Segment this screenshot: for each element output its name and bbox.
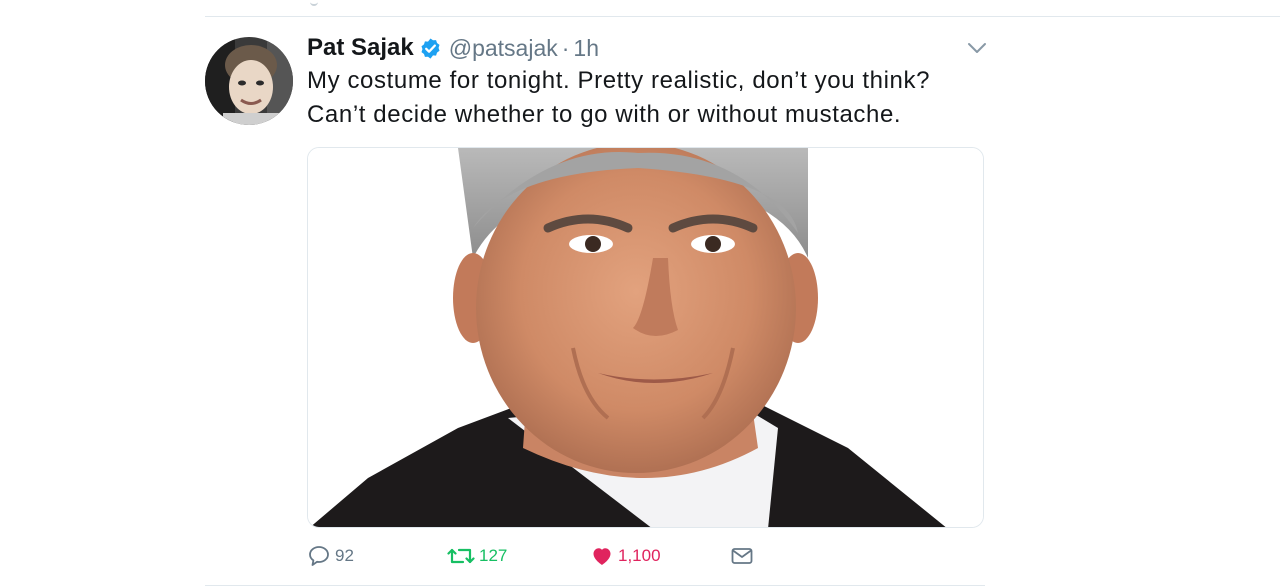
like-button[interactable]: 1,100 — [590, 540, 661, 572]
handle[interactable]: @patsajak — [449, 35, 558, 62]
reply-bubble-icon — [309, 546, 329, 566]
verified-badge-icon — [419, 37, 442, 60]
avatar-image — [205, 37, 293, 125]
display-name[interactable]: Pat Sajak — [307, 34, 414, 62]
timestamp[interactable]: 1h — [573, 35, 599, 62]
heart-icon — [593, 548, 611, 565]
bottom-divider — [205, 585, 985, 586]
photo-portrait — [308, 148, 983, 527]
chevron-down-icon[interactable] — [966, 40, 988, 56]
envelope-icon — [731, 548, 753, 564]
avatar[interactable] — [205, 37, 293, 125]
retweet-count: 127 — [479, 546, 508, 565]
tweet-text: My costume for tonight. Pretty realistic… — [307, 64, 1007, 132]
reply-count: 92 — [335, 546, 354, 565]
retweet-icon — [447, 548, 475, 564]
direct-message-button[interactable] — [730, 540, 754, 572]
separator-dot: · — [561, 34, 570, 61]
tweet-photo[interactable] — [307, 147, 984, 528]
like-count: 1,100 — [618, 546, 661, 565]
tweet-text-line-1: My costume for tonight. Pretty realistic… — [307, 67, 931, 94]
retweet-button[interactable]: 127 — [447, 540, 507, 572]
reply-button[interactable]: 92 — [307, 540, 354, 572]
tweet-card: Pat Sajak @patsajak · 1h My costume for … — [0, 0, 1280, 588]
tweet-header: Pat Sajak @patsajak · 1h — [307, 33, 599, 63]
tweet-text-line-2: Can’t decide whether to go with or witho… — [307, 101, 902, 128]
